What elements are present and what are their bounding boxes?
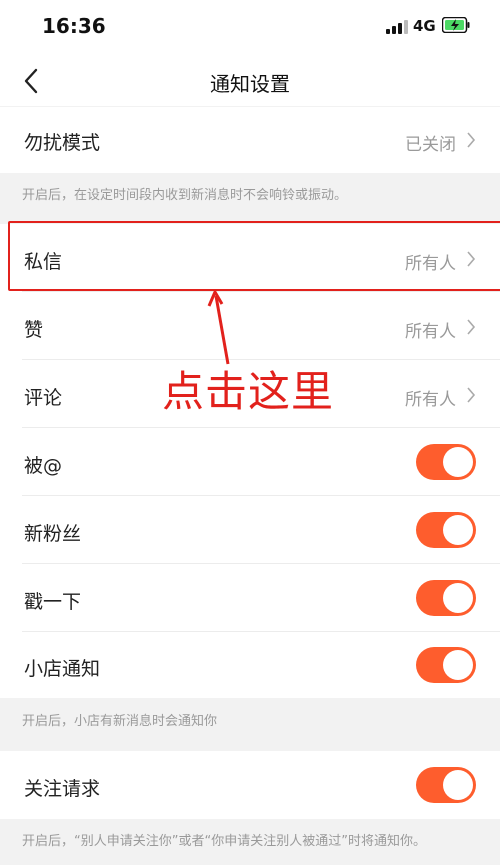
row-label-dnd: 勿扰模式 xyxy=(24,132,101,154)
nav-bar: 通知设置 xyxy=(0,56,500,106)
settings-row-shop: 小店通知 xyxy=(0,632,500,698)
settings-row-follow-request: 关注请求 xyxy=(0,751,500,819)
toggle-mentions[interactable] xyxy=(416,444,476,480)
settings-row-dnd[interactable]: 勿扰模式 已关闭 xyxy=(0,107,500,173)
chevron-right-icon xyxy=(467,132,476,148)
row-value-dnd: 已关闭 xyxy=(405,135,456,155)
toggle-knob xyxy=(443,515,473,545)
toggle-knob xyxy=(443,770,473,800)
row-label-comments: 评论 xyxy=(24,387,63,409)
page-title: 通知设置 xyxy=(210,72,290,96)
signal-icon xyxy=(386,20,408,34)
row-label-poke: 戳一下 xyxy=(24,591,82,613)
settings-row-poke: 戳一下 xyxy=(0,564,500,632)
toggle-knob xyxy=(443,447,473,477)
hint-follow-request: 开启后，“别人申请关注你”或者“你申请关注别人被通过”时将通知你。 xyxy=(22,834,426,849)
row-label-likes: 赞 xyxy=(24,319,44,341)
toggle-knob xyxy=(443,650,473,680)
highlight-box xyxy=(8,221,500,291)
settings-row-new-fans: 新粉丝 xyxy=(0,496,500,564)
settings-row-likes[interactable]: 赞 所有人 xyxy=(0,292,500,360)
network-type: 4G xyxy=(413,17,436,35)
annotation-arrow-icon xyxy=(207,290,230,365)
toggle-new-fans[interactable] xyxy=(416,512,476,548)
hint-shop: 开启后，小店有新消息时会通知你 xyxy=(22,714,218,729)
row-value-likes: 所有人 xyxy=(405,322,456,342)
settings-row-mentions: 被@ xyxy=(0,428,500,496)
hint-dnd: 开启后，在设定时间段内收到新消息时不会响铃或振动。 xyxy=(22,188,348,203)
chevron-right-icon xyxy=(467,387,476,403)
row-label-mentions: 被@ xyxy=(24,455,63,477)
row-label-new-fans: 新粉丝 xyxy=(24,523,82,545)
toggle-knob xyxy=(443,583,473,613)
annotation-text: 点击这里 xyxy=(162,367,335,416)
toggle-poke[interactable] xyxy=(416,580,476,616)
battery-charging-icon xyxy=(442,17,470,33)
chevron-right-icon xyxy=(467,319,476,335)
status-time: 16:36 xyxy=(42,14,106,38)
row-label-follow-request: 关注请求 xyxy=(24,778,101,800)
toggle-follow-request[interactable] xyxy=(416,767,476,803)
status-bar: 16:36 4G xyxy=(0,0,500,56)
row-label-shop: 小店通知 xyxy=(24,658,101,680)
toggle-shop[interactable] xyxy=(416,647,476,683)
row-value-comments: 所有人 xyxy=(405,390,456,410)
